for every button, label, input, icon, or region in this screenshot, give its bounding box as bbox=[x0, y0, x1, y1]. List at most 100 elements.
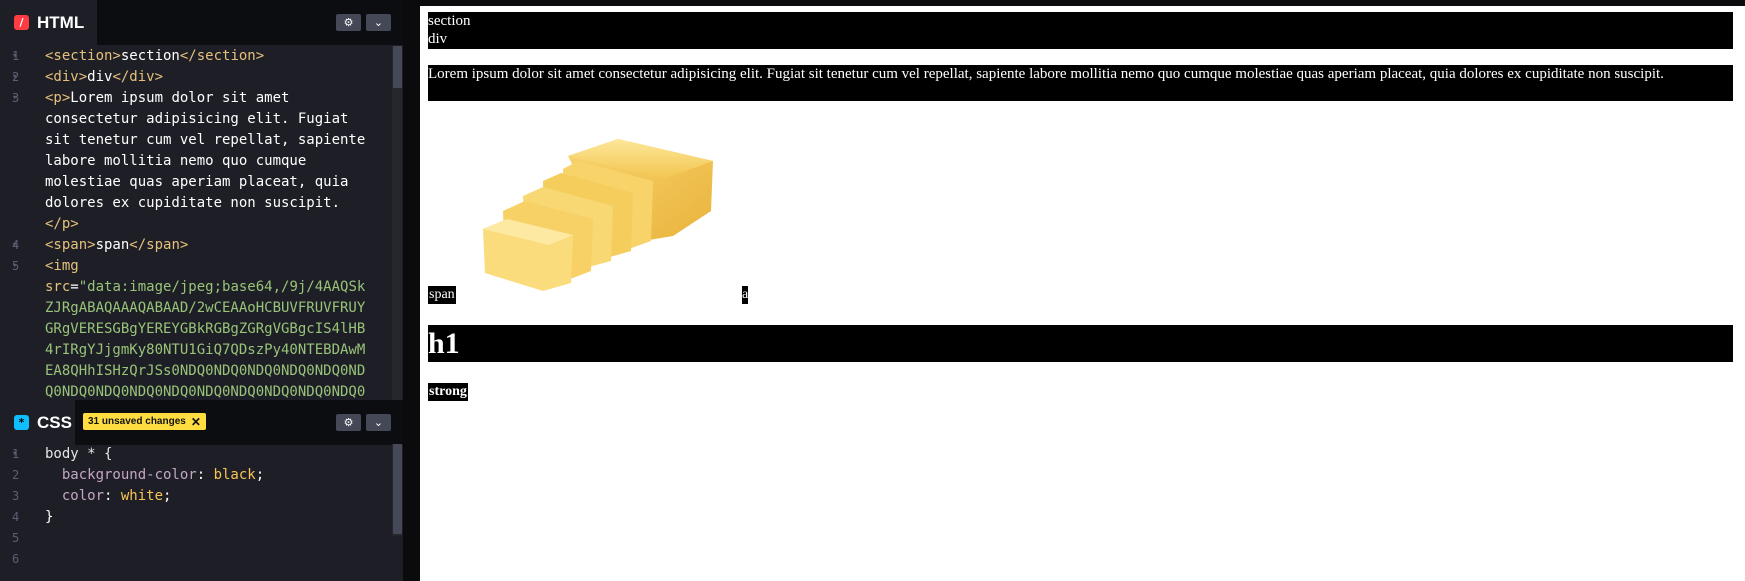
code-token: </section> bbox=[179, 48, 265, 64]
code-token: labore mollitia nemo quo cumque bbox=[45, 153, 307, 169]
html-code-editor[interactable]: 1 ▾ 2 ▾ 3 ▾ 4 ▾ 5 ▾ <section>section</section> <di… bbox=[0, 46, 392, 400]
html-tab-label: HTML bbox=[37, 12, 85, 32]
code-token: background-color bbox=[45, 467, 197, 483]
html-code-lines[interactable]: <section>section</section> <div>div</div>… bbox=[45, 46, 390, 400]
code-line[interactable]: color: white; bbox=[45, 486, 390, 507]
code-line[interactable]: consectetur adipisicing elit. Fugiat bbox=[45, 109, 390, 130]
code-line[interactable]: background-color: black; bbox=[45, 465, 390, 486]
chevron-down-icon: ⌄ bbox=[373, 416, 384, 429]
css-tab-label: CSS bbox=[37, 412, 72, 432]
code-token: dolores ex cupiditate non suscipit. bbox=[45, 195, 341, 211]
code-token: : bbox=[104, 488, 121, 504]
fold-arrow-icon[interactable]: ▾ bbox=[12, 256, 17, 277]
code-token: src bbox=[45, 279, 71, 295]
fold-arrow-icon[interactable]: ▾ bbox=[12, 444, 17, 465]
code-token: Q0NDQ0NDQ0NDQ0NDQ0NDQ0NDQ0NDQ0NDQ0NDQ0 bbox=[45, 384, 366, 400]
code-token: white bbox=[120, 488, 164, 504]
code-token: <section> bbox=[45, 48, 121, 64]
code-token: <img bbox=[45, 258, 79, 274]
css-scrollbar[interactable] bbox=[393, 444, 402, 534]
line-number: 3 bbox=[12, 489, 20, 503]
code-token: GRgVERESGBgYEREYGBkRGBgZGRgVGBgcIS4lHB bbox=[45, 321, 366, 337]
code-token: black bbox=[213, 467, 256, 483]
code-token: span bbox=[95, 237, 130, 253]
code-token: molestiae quas aperiam placeat, quia bbox=[45, 174, 349, 190]
code-token: ZJRgABAQAAAQABAAD/2wCEAAoHCBUVFRUVFRUY bbox=[45, 300, 366, 316]
code-line[interactable]: body * { bbox=[45, 444, 390, 465]
code-token: 4rIRgYJjgmKy80NTU1GiQ7QDszPy40NTEBDAwM bbox=[45, 342, 366, 358]
html-collapse-button[interactable]: ⌄ bbox=[366, 14, 391, 31]
code-line[interactable]: GRgVERESGBgYEREYGBkRGBgZGRgVGBgcIS4lHB bbox=[45, 319, 390, 340]
rendered-strong: strong bbox=[428, 383, 468, 401]
code-token: <div> bbox=[45, 69, 88, 85]
code-token: : bbox=[196, 467, 214, 483]
code-token: color bbox=[45, 488, 105, 504]
code-line[interactable]: <section>section</section> bbox=[45, 46, 390, 67]
html-scrollbar[interactable] bbox=[393, 46, 402, 88]
rendered-link[interactable]: a bbox=[742, 286, 749, 304]
rendered-div: div bbox=[428, 31, 448, 47]
html-icon: / bbox=[14, 15, 29, 30]
code-line[interactable]: sit tenetur cum vel repellat, sapiente bbox=[45, 130, 390, 151]
css-tab[interactable]: * CSS bbox=[0, 400, 75, 445]
code-line[interactable]: 4rIRgYJjgmKy80NTU1GiQ7QDszPy40NTEBDAwM bbox=[45, 340, 390, 361]
code-token: <span> bbox=[45, 237, 96, 253]
html-panel-header: / HTML ⚙ ⌄ bbox=[0, 0, 403, 45]
unsaved-changes-label: 31 unsaved changes bbox=[88, 416, 186, 427]
code-token: </span> bbox=[129, 237, 189, 253]
gear-icon: ⚙ bbox=[343, 416, 354, 429]
code-line[interactable]: dolores ex cupiditate non suscipit. bbox=[45, 193, 390, 214]
code-token: section bbox=[120, 48, 180, 64]
code-line[interactable]: EA8QHhISHzQrJSs0NDQ0NDQ0NDQ0NDQ0NDQ0ND bbox=[45, 361, 390, 382]
html-tab[interactable]: / HTML bbox=[0, 0, 97, 45]
code-line[interactable]: labore mollitia nemo quo cumque bbox=[45, 151, 390, 172]
fold-arrow-icon[interactable]: ▾ bbox=[12, 46, 17, 67]
css-icon: * bbox=[14, 415, 29, 430]
code-token: </div> bbox=[112, 69, 164, 85]
code-line[interactable]: <span>span</span> bbox=[45, 235, 390, 256]
close-icon[interactable]: ✕ bbox=[191, 415, 201, 429]
rendered-span: span bbox=[428, 286, 456, 304]
line-number: 2 bbox=[12, 468, 20, 482]
fold-arrow-icon[interactable]: ▾ bbox=[12, 235, 17, 256]
code-line[interactable]: </p> bbox=[45, 214, 390, 235]
code-token: "data:image/jpeg;base64,/9j/4AAQSk bbox=[78, 279, 366, 295]
code-line[interactable]: src="data:image/jpeg;base64,/9j/4AAQSk bbox=[45, 277, 390, 298]
code-line[interactable]: ZJRgABAQAAAQABAAD/2wCEAAoHCBUVFRUVFRUY bbox=[45, 298, 390, 319]
code-line[interactable]: <img bbox=[45, 256, 390, 277]
code-token: EA8QHhISHzQrJSs0NDQ0NDQ0NDQ0NDQ0NDQ0ND bbox=[45, 363, 366, 379]
unsaved-changes-badge[interactable]: 31 unsaved changes ✕ bbox=[83, 413, 206, 430]
code-token: } bbox=[45, 509, 54, 525]
code-token: </p> bbox=[45, 216, 79, 232]
fold-arrow-icon[interactable]: ▾ bbox=[12, 88, 17, 109]
css-settings-button[interactable]: ⚙ bbox=[336, 414, 361, 431]
line-number: 5 bbox=[12, 531, 20, 545]
code-line[interactable]: molestiae quas aperiam placeat, quia bbox=[45, 172, 390, 193]
butter-image bbox=[483, 139, 713, 291]
html-settings-button[interactable]: ⚙ bbox=[336, 14, 361, 31]
css-code-editor[interactable]: 1 ▾ 2 3 4 5 6 body * { background-color: black… bbox=[0, 444, 392, 581]
code-token: = bbox=[70, 279, 79, 295]
rendered-section-div: section div bbox=[428, 12, 1733, 49]
line-number: 6 bbox=[12, 552, 20, 566]
render-output: section div Lorem ipsum dolor sit amet c… bbox=[420, 6, 1745, 581]
code-token: body * { bbox=[45, 446, 113, 462]
code-token: Lorem ipsum dolor sit amet bbox=[70, 90, 290, 106]
gear-icon: ⚙ bbox=[343, 16, 354, 29]
code-line[interactable]: <div>div</div> bbox=[45, 67, 390, 88]
code-line[interactable]: } bbox=[45, 507, 390, 528]
css-collapse-button[interactable]: ⌄ bbox=[366, 414, 391, 431]
code-line[interactable] bbox=[45, 528, 390, 549]
code-line[interactable]: <p>Lorem ipsum dolor sit amet bbox=[45, 88, 390, 109]
code-token: ; bbox=[255, 467, 265, 483]
rendered-paragraph: Lorem ipsum dolor sit amet consectetur a… bbox=[428, 65, 1733, 101]
code-line[interactable] bbox=[45, 549, 390, 570]
fold-arrow-icon[interactable]: ▾ bbox=[12, 67, 17, 88]
panel-resizer[interactable] bbox=[403, 0, 418, 581]
code-token: <p> bbox=[45, 90, 71, 106]
css-code-lines[interactable]: body * { background-color: black; color:… bbox=[45, 444, 390, 570]
rendered-section: section bbox=[428, 13, 471, 29]
html-scroll-track[interactable] bbox=[392, 46, 402, 400]
editor-pane: / HTML ⚙ ⌄ 1 ▾ 2 ▾ 3 ▾ 4 ▾ 5 ▾ <section>section</… bbox=[0, 0, 418, 581]
code-line[interactable]: Q0NDQ0NDQ0NDQ0NDQ0NDQ0NDQ0NDQ0NDQ0NDQ0 bbox=[45, 382, 390, 400]
